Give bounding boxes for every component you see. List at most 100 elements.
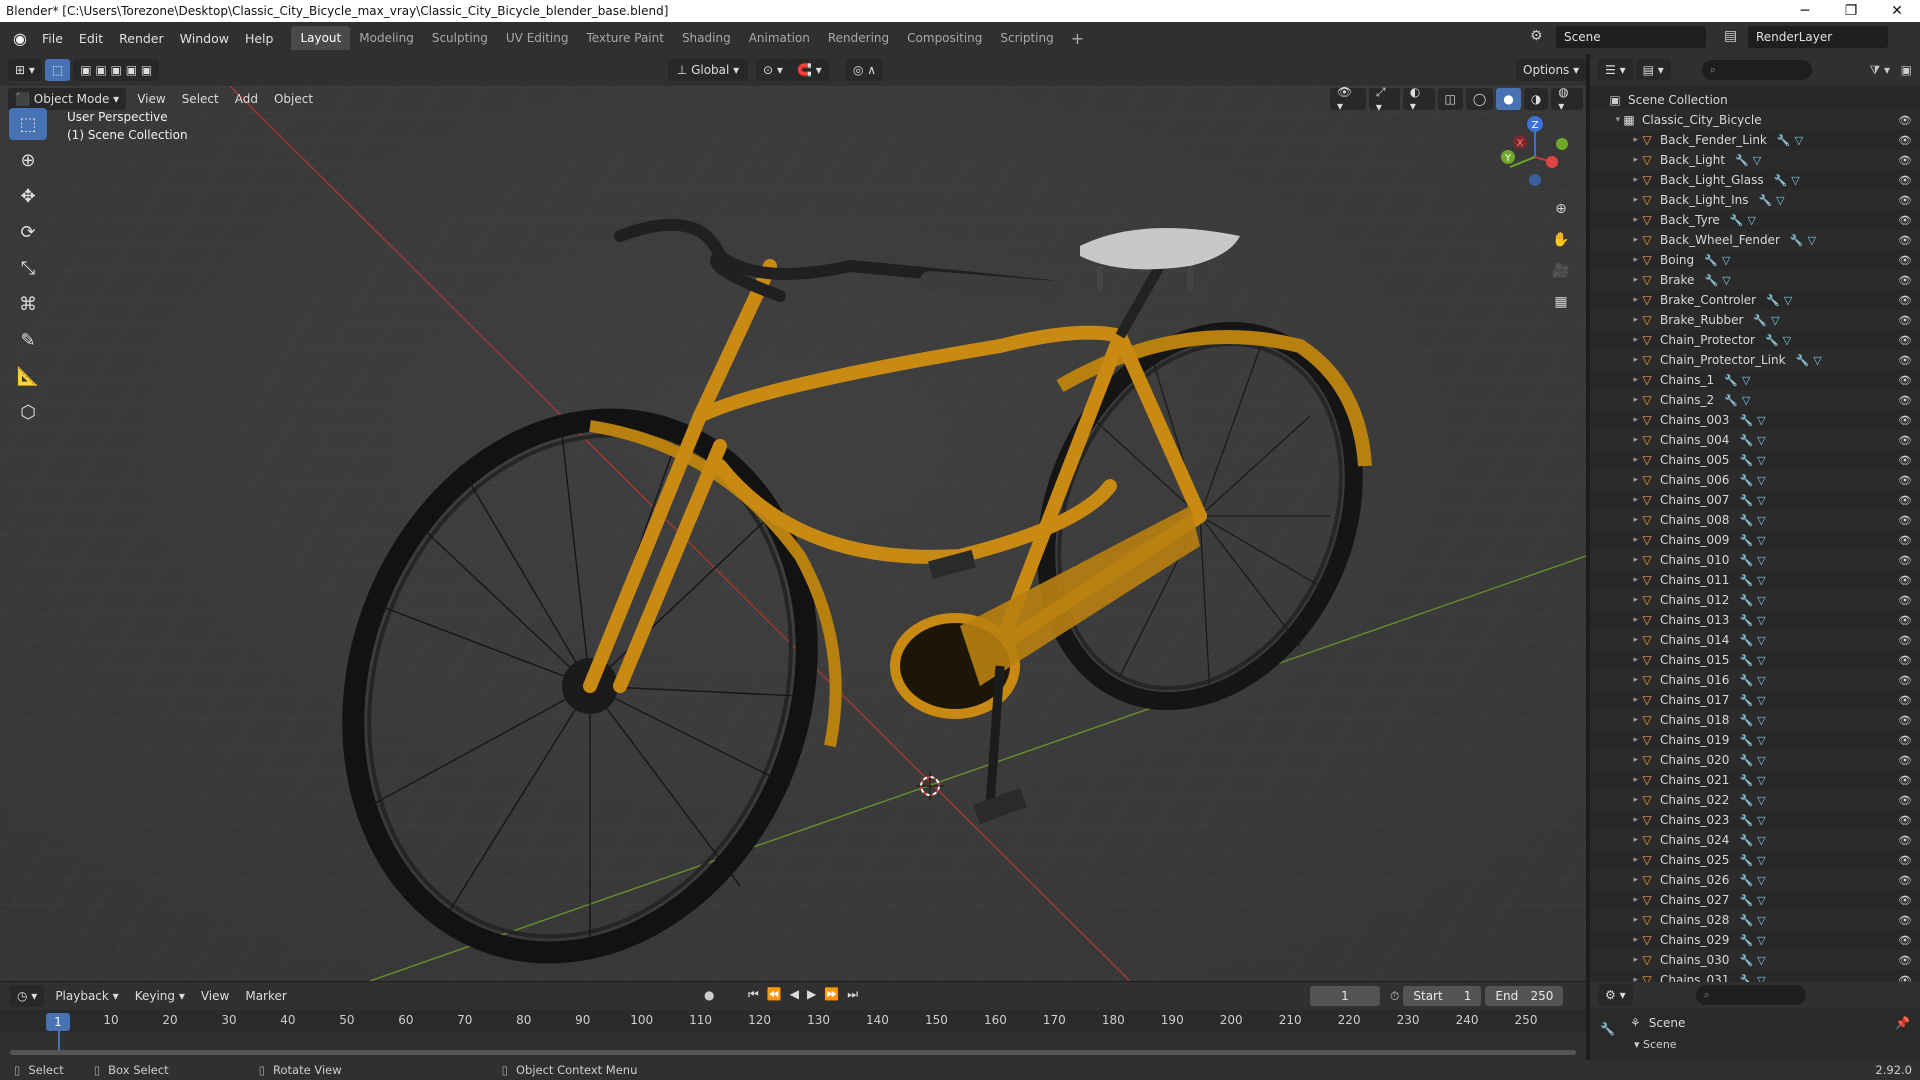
new-collection-icon[interactable]: ▣ <box>1901 63 1912 77</box>
outliner-collection[interactable]: ▾ ▦ Classic_City_Bicycle 👁 <box>1590 110 1920 130</box>
renderlayer-icon[interactable]: ▤ <box>1724 28 1737 44</box>
visibility-eye-icon[interactable]: 👁 <box>1898 574 1912 587</box>
modifier-mesh-icons[interactable]: 🔧▽ <box>1724 394 1754 407</box>
outliner-object-row[interactable]: ▸ ▽ Chains_024 🔧▽ 👁 <box>1590 830 1920 850</box>
outliner-object-row[interactable]: ▸ ▽ Chains_011 🔧▽ 👁 <box>1590 570 1920 590</box>
menu-object[interactable]: Object <box>266 92 321 106</box>
visibility-eye-icon[interactable]: 👁 <box>1898 234 1912 247</box>
tab-rendering[interactable]: Rendering <box>819 26 898 50</box>
visibility-eye-icon[interactable]: 👁 <box>1898 454 1912 467</box>
jump-start-icon[interactable]: ⏮ <box>748 987 767 1001</box>
add-cube-tool-icon[interactable]: ⬡ <box>9 396 47 428</box>
outliner-object-row[interactable]: ▸ ▽ Chains_026 🔧▽ 👁 <box>1590 870 1920 890</box>
expand-icon[interactable]: ▸ <box>1590 755 1638 765</box>
tab-uv-editing[interactable]: UV Editing <box>497 26 578 50</box>
modifier-mesh-icons[interactable]: 🔧▽ <box>1739 754 1769 767</box>
expand-icon[interactable]: ▸ <box>1590 295 1638 305</box>
outliner-object-row[interactable]: ▸ ▽ Chains_019 🔧▽ 👁 <box>1590 730 1920 750</box>
expand-icon[interactable]: ▸ <box>1590 875 1638 885</box>
visibility-eye-icon[interactable]: 👁 <box>1898 254 1912 267</box>
outliner-object-row[interactable]: ▸ ▽ Chains_008 🔧▽ 👁 <box>1590 510 1920 530</box>
outliner-object-row[interactable]: ▸ ▽ Boing 🔧▽ 👁 <box>1590 250 1920 270</box>
menu-keying[interactable]: Keying ▾ <box>127 989 193 1003</box>
expand-icon[interactable]: ▸ <box>1590 635 1638 645</box>
properties-editor-icon[interactable]: ⚙ ▾ <box>1598 984 1633 1006</box>
current-frame-indicator[interactable]: 1 <box>46 1013 70 1031</box>
record-icon[interactable]: ● <box>704 988 714 1002</box>
visibility-eye-icon[interactable]: 👁 <box>1898 414 1912 427</box>
expand-icon[interactable]: ▸ <box>1590 375 1638 385</box>
expand-icon[interactable]: ▸ <box>1590 195 1638 205</box>
modifier-mesh-icons[interactable]: 🔧▽ <box>1735 154 1765 167</box>
modifier-mesh-icons[interactable]: 🔧▽ <box>1739 894 1769 907</box>
outliner-object-row[interactable]: ▸ ▽ Back_Tyre 🔧▽ 👁 <box>1590 210 1920 230</box>
expand-icon[interactable]: ▸ <box>1590 255 1638 265</box>
modifier-mesh-icons[interactable]: 🔧▽ <box>1777 134 1807 147</box>
rendered-shading-icon[interactable]: ◍ ▾ <box>1551 86 1584 113</box>
visibility-eye-icon[interactable]: 👁 <box>1898 834 1912 847</box>
cursor-tool-icon[interactable]: ⊕ <box>9 144 47 176</box>
expand-icon[interactable]: ▸ <box>1590 555 1638 565</box>
transform-orientation[interactable]: ⊥ Global ▾ <box>668 59 748 81</box>
proportional-edit-icon[interactable]: ◎ ∧ <box>846 59 884 81</box>
outliner-object-row[interactable]: ▸ ▽ Chains_012 🔧▽ 👁 <box>1590 590 1920 610</box>
expand-icon[interactable]: ▸ <box>1590 455 1638 465</box>
visibility-eye-icon[interactable]: 👁 <box>1898 154 1912 167</box>
outliner-object-row[interactable]: ▸ ▽ Chains_013 🔧▽ 👁 <box>1590 610 1920 630</box>
menu-marker[interactable]: Marker <box>237 989 294 1003</box>
visibility-eye-icon[interactable]: 👁 <box>1898 274 1912 287</box>
expand-icon[interactable]: ▸ <box>1590 395 1638 405</box>
wireframe-shading-icon[interactable]: ◯ <box>1465 88 1494 110</box>
timeline-editor-icon[interactable]: ◷ ▾ <box>10 985 45 1007</box>
navigation-gizmo[interactable]: Z X Y <box>1490 112 1580 202</box>
modifier-mesh-icons[interactable]: 🔧▽ <box>1739 454 1769 467</box>
select-box-tool-icon[interactable]: ⬚ <box>9 108 47 140</box>
visibility-eye-icon[interactable]: 👁 <box>1898 634 1912 647</box>
modifier-mesh-icons[interactable]: 🔧▽ <box>1739 814 1769 827</box>
modifier-mesh-icons[interactable]: 🔧▽ <box>1739 474 1769 487</box>
blender-logo-icon[interactable]: ◉ <box>6 29 34 48</box>
visibility-eye-icon[interactable]: 👁 <box>1898 294 1912 307</box>
overlay-toggle-icon[interactable]: ◐ ▾ <box>1402 86 1435 113</box>
measure-tool-icon[interactable]: 📐 <box>9 360 47 392</box>
modifier-mesh-icons[interactable]: 🔧▽ <box>1739 634 1769 647</box>
outliner-object-row[interactable]: ▸ ▽ Chains_003 🔧▽ 👁 <box>1590 410 1920 430</box>
display-mode-icon[interactable]: ▤ ▾ <box>1635 59 1671 81</box>
expand-icon[interactable]: ▸ <box>1590 915 1638 925</box>
visibility-eye-icon[interactable]: 👁 <box>1898 374 1912 387</box>
menu-help[interactable]: Help <box>237 31 282 46</box>
visibility-eye-icon[interactable]: 👁 <box>1898 514 1912 527</box>
selection-mode-set-icon[interactable]: ▣ ▣ ▣ ▣ ▣ <box>73 59 160 81</box>
editor-type-icon[interactable]: ⊞ ▾ <box>8 59 42 81</box>
add-workspace-icon[interactable]: + <box>1063 29 1092 48</box>
visibility-eye-icon[interactable]: 👁 <box>1898 434 1912 447</box>
modifier-mesh-icons[interactable]: 🔧▽ <box>1739 734 1769 747</box>
outliner-object-row[interactable]: ▸ ▽ Chains_004 🔧▽ 👁 <box>1590 430 1920 450</box>
visibility-eye-icon[interactable]: 👁 <box>1898 114 1912 127</box>
modifier-mesh-icons[interactable]: 🔧▽ <box>1739 774 1769 787</box>
timeline-ruler[interactable]: 1 10 20 30 40 50 60 70 80 90 100 110 120 130 140 150 160… <box>0 1010 1586 1050</box>
expand-icon[interactable]: ▸ <box>1590 135 1638 145</box>
outliner-object-row[interactable]: ▸ ▽ Chains_2 🔧▽ 👁 <box>1590 390 1920 410</box>
outliner-object-row[interactable]: ▸ ▽ Back_Light_Glass 🔧▽ 👁 <box>1590 170 1920 190</box>
minimize-icon[interactable]: ─ <box>1782 0 1828 22</box>
end-frame-field[interactable]: End 250 <box>1485 986 1564 1006</box>
visibility-eye-icon[interactable]: 👁 <box>1898 774 1912 787</box>
outliner-object-row[interactable]: ▸ ▽ Chains_029 🔧▽ 👁 <box>1590 930 1920 950</box>
modifier-mesh-icons[interactable]: 🔧▽ <box>1753 314 1783 327</box>
visibility-eye-icon[interactable]: 👁 <box>1898 714 1912 727</box>
visibility-eye-icon[interactable]: 👁 <box>1898 334 1912 347</box>
modifier-mesh-icons[interactable]: 🔧▽ <box>1739 654 1769 667</box>
expand-icon[interactable]: ▸ <box>1590 735 1638 745</box>
tab-shading[interactable]: Shading <box>673 26 740 50</box>
expand-icon[interactable]: ▸ <box>1590 475 1638 485</box>
ortho-toggle-icon[interactable]: ▦ <box>1548 289 1574 315</box>
menu-file[interactable]: File <box>34 31 71 46</box>
menu-add[interactable]: Add <box>227 92 266 106</box>
expand-icon[interactable]: ▸ <box>1590 835 1638 845</box>
expand-icon[interactable]: ▸ <box>1590 275 1638 285</box>
outliner-object-row[interactable]: ▸ ▽ Brake_Controler 🔧▽ 👁 <box>1590 290 1920 310</box>
properties-tab-tool-icon[interactable]: 🔧 <box>1600 1022 1615 1036</box>
modifier-mesh-icons[interactable]: 🔧▽ <box>1766 294 1796 307</box>
expand-icon[interactable]: ▸ <box>1590 335 1638 345</box>
